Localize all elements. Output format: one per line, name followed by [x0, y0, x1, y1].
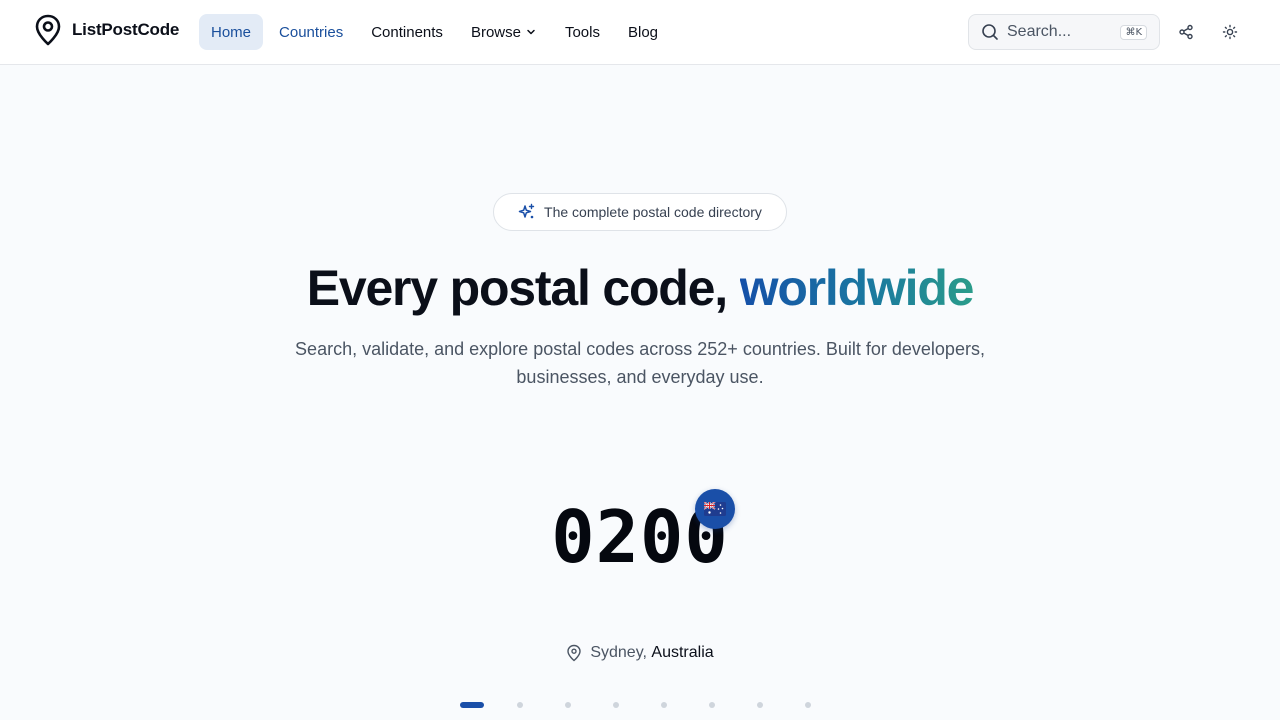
nav-browse-label: Browse [470, 23, 521, 41]
carousel-dot[interactable] [565, 702, 571, 708]
nav-blog[interactable]: Blog [616, 14, 670, 50]
logo[interactable]: ListPostCode [34, 14, 179, 46]
search-input[interactable]: Search... ⌘K [968, 14, 1160, 50]
logo-text: ListPostCode [72, 20, 180, 39]
hero-badge: The complete postal code directory [493, 193, 787, 231]
hero-badge-text: The complete postal code directory [544, 204, 762, 220]
main-nav: Home Countries Continents Browse Tools B… [199, 14, 674, 50]
nav-browse[interactable]: Browse [459, 14, 549, 50]
search-shortcut: ⌘K [1120, 24, 1147, 40]
nav-home[interactable]: Home [199, 14, 264, 50]
nav-continents-label: Continents [371, 23, 443, 41]
top-header: ListPostCode Home Countries Continents B… [0, 0, 1280, 65]
chevron-down-icon [525, 26, 537, 38]
location-city: Sydney [590, 644, 643, 661]
nav-home-label: Home [211, 23, 252, 41]
carousel-dots [460, 702, 853, 708]
location-country: Australia [651, 644, 714, 661]
carousel-dot[interactable] [517, 702, 523, 708]
share-button[interactable] [1172, 18, 1200, 46]
featured-location: Sydney, Australia [0, 644, 1280, 662]
share-icon [1179, 24, 1193, 40]
carousel-dot[interactable] [661, 702, 667, 708]
carousel-dot[interactable] [757, 702, 763, 708]
carousel-dot[interactable] [805, 702, 811, 708]
nav-continents[interactable]: Continents [359, 14, 455, 50]
map-pin-icon [567, 644, 582, 662]
carousel-dot[interactable] [613, 702, 619, 708]
australia-flag-icon [695, 489, 735, 529]
search-placeholder: Search... [1007, 23, 1072, 40]
map-pin-logo-icon [35, 14, 61, 46]
featured-postal-code: 0200 [551, 495, 729, 579]
nav-tools[interactable]: Tools [553, 14, 612, 50]
nav-countries[interactable]: Countries [267, 14, 355, 50]
search-icon [982, 24, 998, 40]
theme-toggle-button[interactable] [1216, 18, 1244, 46]
carousel-dot[interactable] [460, 702, 484, 708]
sparkles-icon [518, 203, 535, 219]
nav-blog-label: Blog [628, 23, 659, 41]
hero-subtitle: Search, validate, and explore postal cod… [295, 339, 985, 387]
hero-headline-main: Every postal code, [306, 260, 740, 316]
hero-headline-accent: worldwide [739, 260, 975, 316]
sun-icon [1222, 24, 1238, 40]
hero-headline: Every postal code, worldwide [0, 258, 1280, 318]
carousel-dot[interactable] [709, 702, 715, 708]
nav-countries-label: Countries [279, 23, 344, 41]
nav-tools-label: Tools [564, 23, 600, 41]
